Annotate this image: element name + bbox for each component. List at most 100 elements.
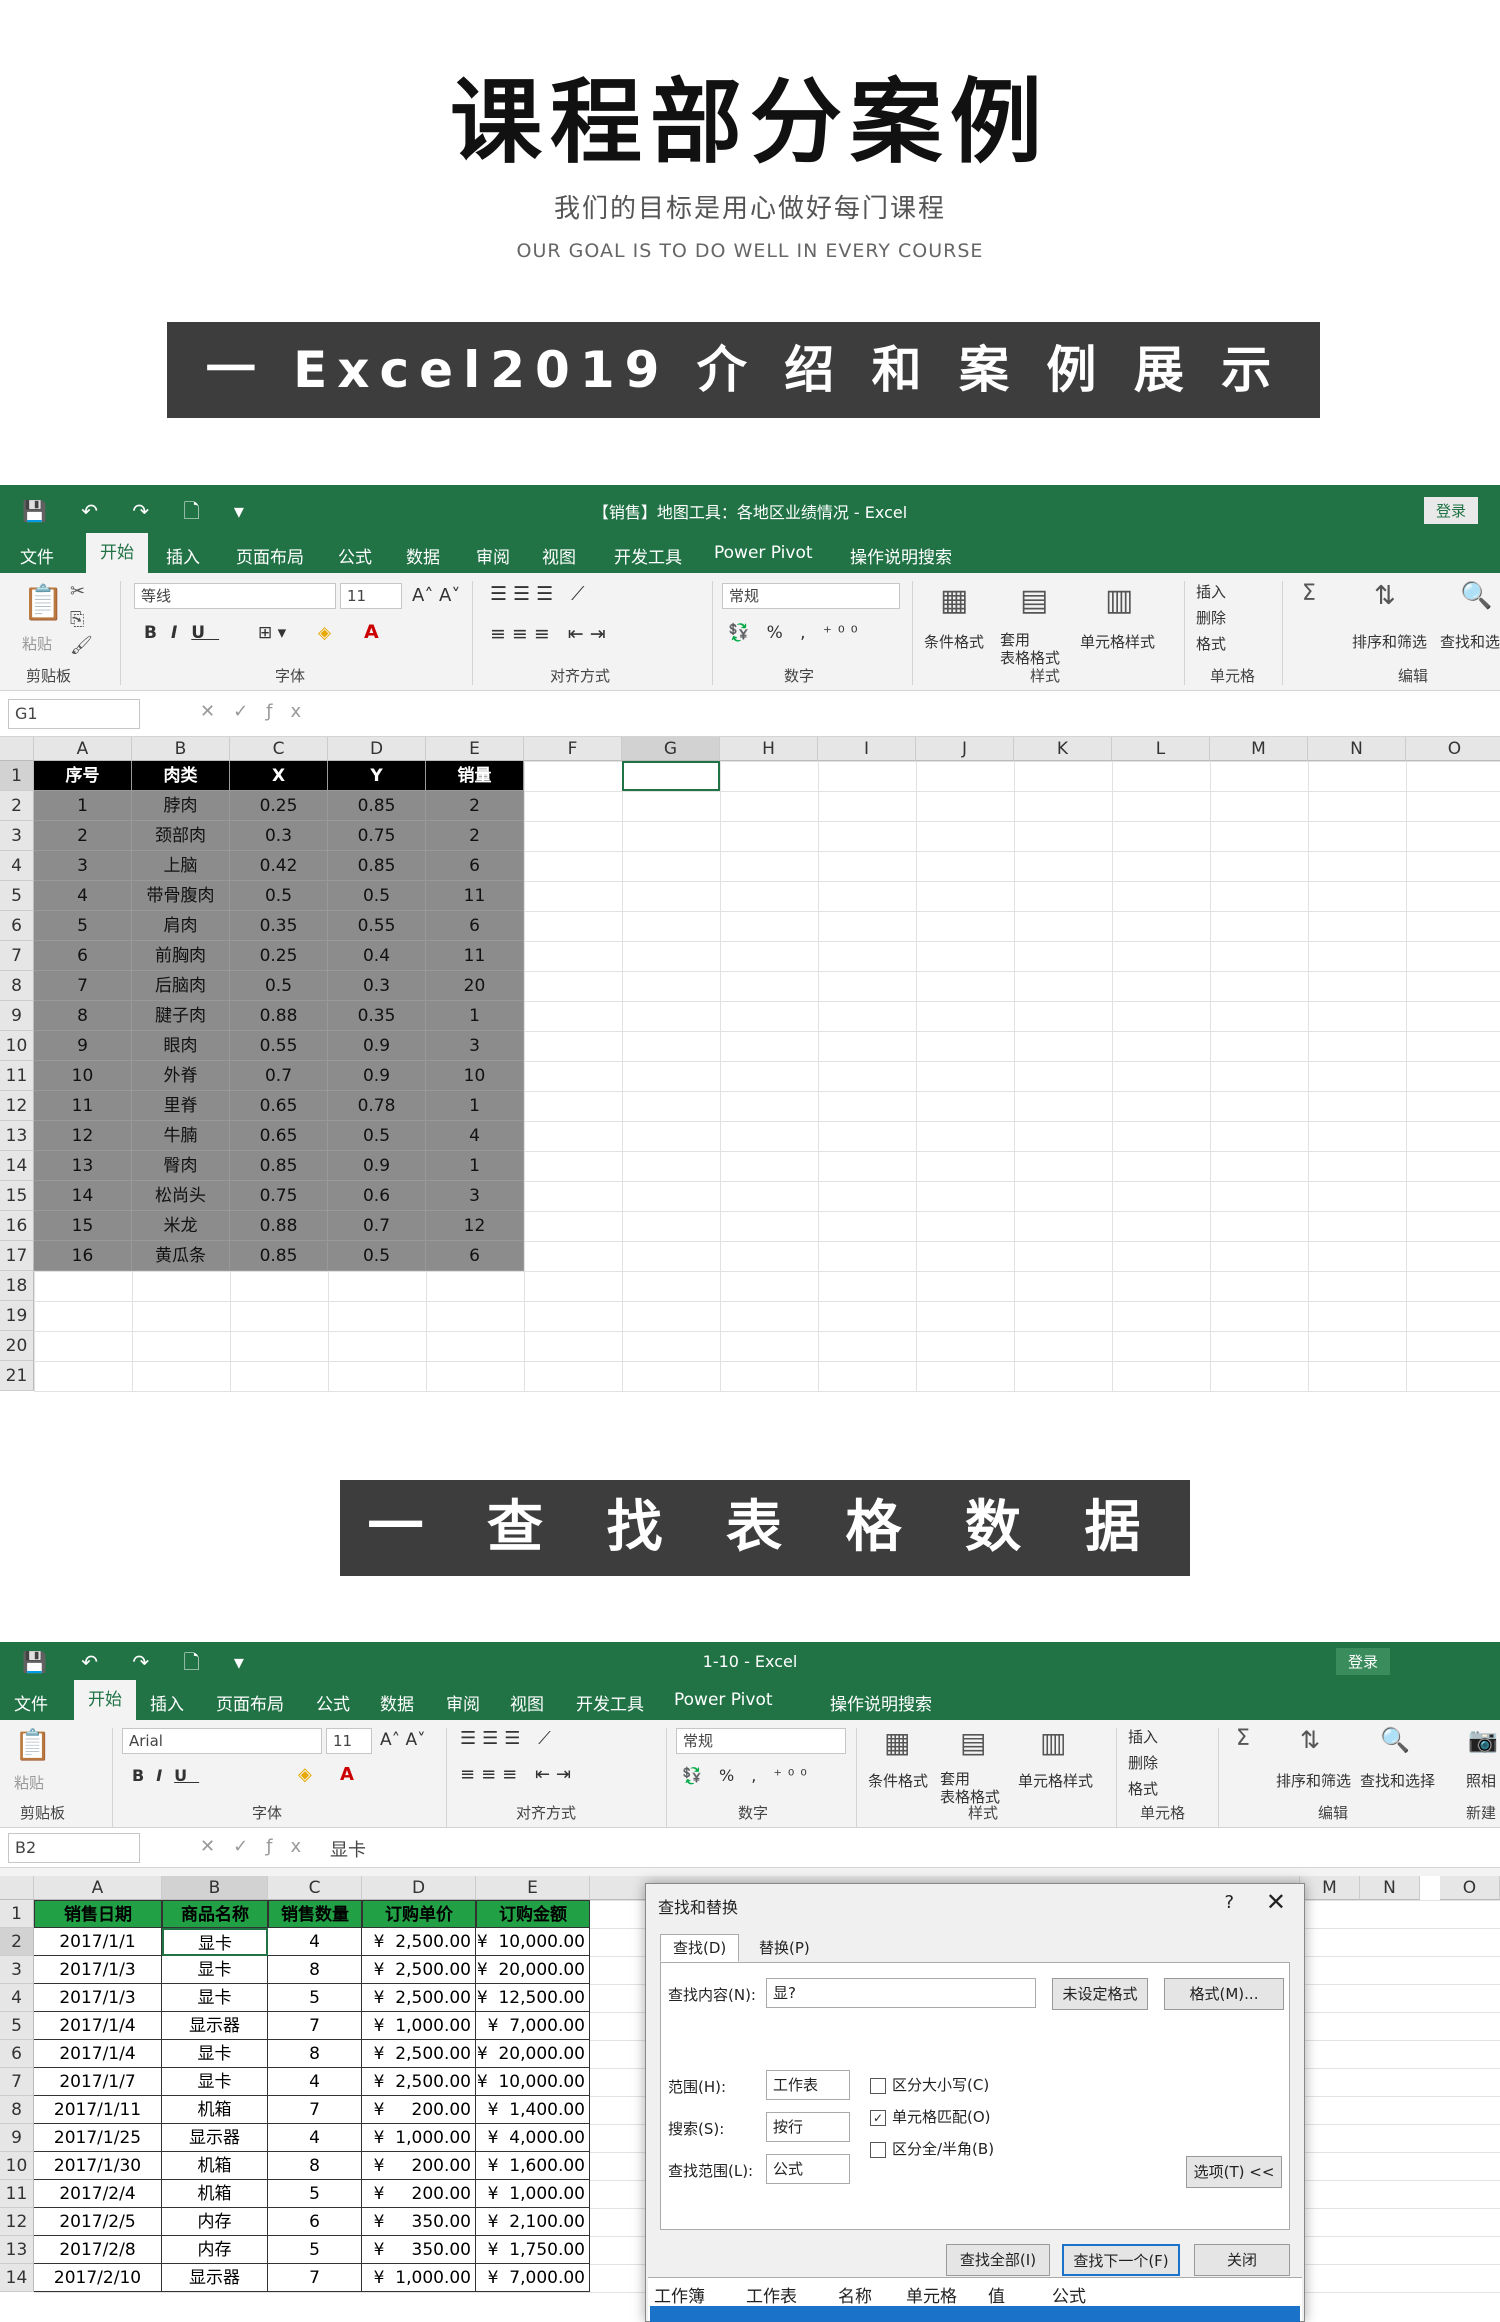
no-format-button[interactable]: 未设定格式 <box>1052 1978 1148 2010</box>
table-cell[interactable]: 显卡 <box>162 1956 268 1984</box>
table-cell[interactable]: 8 <box>34 1001 132 1031</box>
sort-filter-label[interactable]: 排序和筛选 <box>1276 1770 1351 1791</box>
table-cell[interactable]: 1 <box>426 1001 524 1031</box>
table-cell[interactable]: 显示器 <box>162 2124 268 2152</box>
match-width-checkbox[interactable] <box>870 2142 886 2158</box>
delete-cells-button[interactable]: 删除 <box>1128 1752 1158 1773</box>
tab-5[interactable]: 数据 <box>380 1690 414 1715</box>
scope-select[interactable]: 工作表 <box>766 2070 850 2100</box>
table-cell[interactable]: 0.9 <box>328 1151 426 1181</box>
match-case-checkbox[interactable] <box>870 2078 886 2094</box>
table-cell[interactable]: 0.35 <box>230 911 328 941</box>
table-cell[interactable]: ¥ 4,000.00 <box>476 2124 590 2152</box>
table-cell[interactable]: 2017/1/4 <box>34 2040 162 2068</box>
table-cell[interactable]: 15 <box>34 1211 132 1241</box>
table-cell[interactable]: 0.85 <box>230 1241 328 1271</box>
row-header[interactable]: 4 <box>0 851 34 881</box>
table-cell[interactable]: 2017/1/3 <box>34 1956 162 1984</box>
insert-cells-button[interactable]: 插入 <box>1128 1726 1158 1747</box>
camera-icon[interactable]: 📷 <box>1468 1726 1498 1754</box>
table-cell[interactable]: 2017/1/7 <box>34 2068 162 2096</box>
table-cell[interactable]: 眼肉 <box>132 1031 230 1061</box>
column-header[interactable]: J <box>916 737 1014 761</box>
tab-0[interactable]: 文件 <box>20 543 54 568</box>
tab-4[interactable]: 公式 <box>338 543 372 568</box>
table-cell[interactable]: 9 <box>34 1031 132 1061</box>
login-button[interactable]: 登录 <box>1423 497 1478 524</box>
tab-replace[interactable]: 替换(P) <box>746 1934 823 1962</box>
autosum-icon[interactable]: Σ <box>1236 1726 1250 1751</box>
row-header[interactable]: 12 <box>0 1091 34 1121</box>
number-format-icons[interactable]: 💱 % , ⁺⁰⁰ <box>682 1766 813 1785</box>
table-cell[interactable]: 7 <box>268 2012 362 2040</box>
table-cell[interactable]: 显卡 <box>162 2040 268 2068</box>
table-cell[interactable]: 臀肉 <box>132 1151 230 1181</box>
table-format-label[interactable]: 套用 表格格式 <box>1000 631 1060 667</box>
number-format-select[interactable]: 常规 <box>722 583 900 609</box>
font-grow-icon[interactable]: A˄ A˅ <box>380 1730 426 1750</box>
table-format-icon[interactable]: ▤ <box>1020 583 1048 618</box>
tab-2[interactable]: 插入 <box>150 1690 184 1715</box>
table-cell[interactable]: ¥ 200.00 <box>362 2180 476 2208</box>
table-cell[interactable]: 3 <box>426 1181 524 1211</box>
cut-icon[interactable]: ✂ <box>70 581 85 602</box>
row-header[interactable]: 14 <box>0 2264 34 2292</box>
result-column-header[interactable]: 工作表 <box>746 2282 797 2307</box>
table-cell[interactable]: 0.55 <box>230 1031 328 1061</box>
table-cell[interactable]: 5 <box>268 2180 362 2208</box>
conditional-format-icon[interactable]: ▦ <box>884 1726 910 1759</box>
cell-style-icon[interactable]: ▥ <box>1105 583 1133 618</box>
table-cell[interactable]: 0.7 <box>328 1211 426 1241</box>
table-cell[interactable]: ¥ 200.00 <box>362 2152 476 2180</box>
table-cell[interactable]: ¥ 2,500.00 <box>362 2068 476 2096</box>
close-button[interactable]: 关闭 <box>1194 2244 1290 2276</box>
table-cell[interactable]: ¥ 2,500.00 <box>362 1928 476 1956</box>
table-cell[interactable]: ¥ 1,000.00 <box>362 2012 476 2040</box>
row-header[interactable]: 1 <box>0 761 34 791</box>
column-header[interactable]: N <box>1308 737 1406 761</box>
fill-color-icon[interactable]: ◈ <box>298 1764 312 1785</box>
table-cell[interactable]: 6 <box>268 2208 362 2236</box>
table-cell[interactable]: 牛腩 <box>132 1121 230 1151</box>
result-column-header[interactable]: 名称 <box>838 2282 872 2307</box>
row-header[interactable]: 6 <box>0 2040 34 2068</box>
tab-9[interactable]: Power Pivot <box>714 543 813 563</box>
tab-10[interactable]: 操作说明搜索 <box>850 543 952 568</box>
font-color-icon[interactable]: A <box>340 1764 354 1785</box>
formula-value[interactable]: 显卡 <box>330 1836 366 1862</box>
look-in-select[interactable]: 公式 <box>766 2154 850 2184</box>
table-cell[interactable]: 0.3 <box>328 971 426 1001</box>
table-header-cell[interactable]: 肉类 <box>132 761 230 791</box>
number-format-select[interactable]: 常规 <box>676 1728 846 1754</box>
row-header[interactable]: 5 <box>0 2012 34 2040</box>
table-cell[interactable]: 显示器 <box>162 2264 268 2292</box>
table-cell[interactable]: 颈部肉 <box>132 821 230 851</box>
table-cell[interactable]: 0.25 <box>230 791 328 821</box>
table-cell[interactable]: 1 <box>426 1091 524 1121</box>
table-cell[interactable]: 机箱 <box>162 2152 268 2180</box>
find-next-button[interactable]: 查找下一个(F) <box>1062 2244 1180 2276</box>
table-cell[interactable]: 2 <box>34 821 132 851</box>
table-cell[interactable]: 6 <box>426 851 524 881</box>
font-color-icon[interactable]: A <box>364 621 379 643</box>
table-cell[interactable]: ¥ 2,500.00 <box>362 2040 476 2068</box>
table-cell[interactable]: 2017/1/30 <box>34 2152 162 2180</box>
table-cell[interactable]: 0.88 <box>230 1001 328 1031</box>
tab-7[interactable]: 视图 <box>510 1690 544 1715</box>
sort-filter-icon[interactable]: ⇅ <box>1300 1726 1320 1754</box>
table-header-cell[interactable]: Y <box>328 761 426 791</box>
table-cell[interactable]: 8 <box>268 2152 362 2180</box>
table-cell[interactable]: ¥ 7,000.00 <box>476 2264 590 2292</box>
column-header[interactable]: O <box>1406 737 1500 761</box>
column-header[interactable]: K <box>1014 737 1112 761</box>
find-select-label[interactable]: 查找和选 <box>1440 631 1500 652</box>
tab-4[interactable]: 公式 <box>316 1690 350 1715</box>
table-cell[interactable]: 0.65 <box>230 1121 328 1151</box>
row-header[interactable]: 9 <box>0 1001 34 1031</box>
find-select-label[interactable]: 查找和选择 <box>1360 1770 1435 1791</box>
table-cell[interactable]: 0.25 <box>230 941 328 971</box>
row-header[interactable]: 9 <box>0 2124 34 2152</box>
column-header[interactable]: A <box>34 1876 162 1900</box>
table-cell[interactable]: ¥ 1,600.00 <box>476 2152 590 2180</box>
row-header[interactable]: 20 <box>0 1331 34 1361</box>
